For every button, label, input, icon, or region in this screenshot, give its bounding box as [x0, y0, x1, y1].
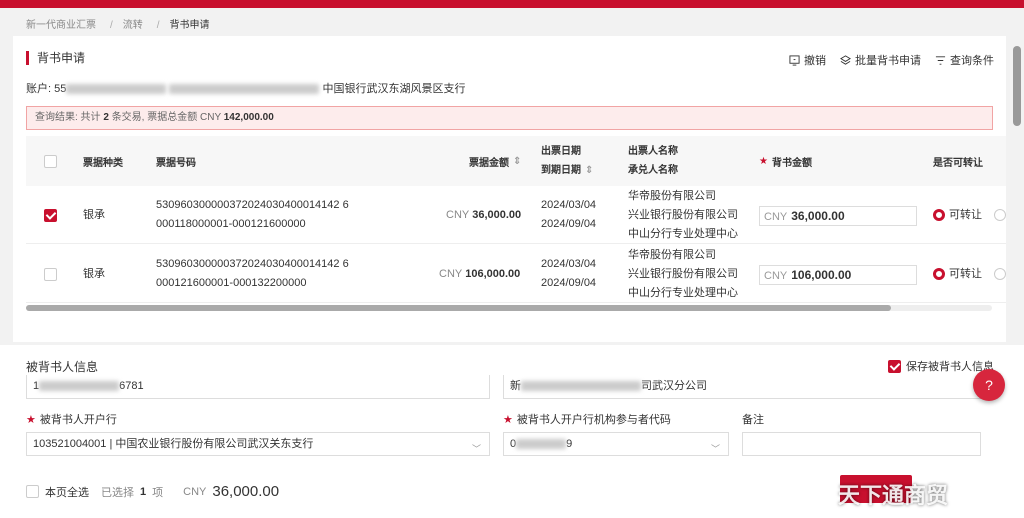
breadcrumb: 新一代商业汇票 / 流转 / 背书申请	[26, 20, 210, 31]
endorsee-bank-select[interactable]: 103521004001 | 中国农业银行股份有限公司武汉关东支行 ﹀	[26, 432, 490, 456]
bank-code-label: ★ 被背书人开户行机构参与者代码	[503, 414, 671, 426]
endorsement-card: 背书申请 撤销 批量背书申请 查询条件 账户: 55 中国银行武汉东湖风景区支行…	[13, 36, 1006, 342]
acceptor-name: 兴业银行股份有限公司	[628, 267, 738, 280]
header-acceptor: 承兑人名称	[628, 165, 678, 176]
layers-icon	[840, 54, 851, 65]
bill-type: 银承	[83, 208, 105, 221]
sort-icon: ⇕	[513, 155, 522, 167]
chevron-down-icon: ﹀	[710, 444, 720, 454]
result-count: 2	[103, 112, 109, 123]
account-label: 账户:	[26, 83, 52, 95]
bill-number: 530960300000372024030400014142 6	[156, 258, 349, 270]
account-info: 账户: 55 中国银行武汉东湖风景区支行	[26, 80, 466, 96]
breadcrumb-item[interactable]: 流转	[123, 20, 143, 31]
scroll-thumb[interactable]	[1013, 46, 1021, 126]
revoke-button[interactable]: 撤销	[789, 52, 826, 68]
header-transferable: 是否可转让	[933, 157, 983, 169]
remark-label: 备注	[742, 414, 764, 426]
breadcrumb-item[interactable]: 新一代商业汇票	[26, 20, 96, 31]
revoke-icon	[789, 54, 800, 66]
non-transferable-radio[interactable]	[994, 209, 1006, 221]
scroll-thumb[interactable]	[26, 305, 891, 311]
acceptor-name: 兴业银行股份有限公司	[628, 208, 738, 221]
bill-amount: 36,000.00	[472, 208, 522, 221]
acceptor-branch: 中山分行专业处理中心	[628, 286, 738, 299]
select-all-label: 本页全选	[45, 486, 89, 499]
result-total: 142,000.00	[223, 112, 274, 123]
watermark: 天下通商贸	[838, 483, 949, 508]
query-result-banner: 查询结果: 共计 2 条交易, 票据总金额 CNY 142,000.00	[26, 106, 993, 130]
batch-endorse-button[interactable]: 批量背书申请	[840, 52, 921, 68]
remark-input[interactable]	[742, 432, 981, 456]
transferable-radio[interactable]	[933, 209, 945, 221]
footer-summary: 本页全选 已选择 1 项 CNY 36,000.00	[26, 483, 279, 500]
query-conditions-button[interactable]: 查询条件	[935, 52, 994, 68]
sort-icon: ⇕	[585, 165, 594, 176]
batch-endorse-label: 批量背书申请	[855, 55, 921, 67]
acceptor-branch: 中山分行专业处理中心	[628, 227, 738, 240]
row-checkbox[interactable]	[44, 267, 57, 281]
bank-code-select[interactable]: 09 ﹀	[503, 432, 729, 456]
save-endorsee-checkbox[interactable]	[888, 359, 901, 373]
table-row[interactable]: 银承 530960300000372024030400014142 6 0001…	[26, 186, 1006, 244]
account-bank: 中国银行武汉东湖风景区支行	[322, 83, 466, 95]
header-due-date[interactable]: 到期日期 ⇕	[541, 161, 593, 180]
revoke-label: 撤销	[804, 55, 826, 67]
table-header: 票据种类 票据号码 票据金额 ⇕ 出票日期 到期日期 ⇕ 出票人名称 承兑人名称 ★…	[26, 136, 1006, 186]
endorsee-section-title: 被背书人信息	[26, 360, 99, 374]
header-type: 票据种类	[83, 157, 123, 169]
bill-number: 530960300000372024030400014142 6	[156, 199, 349, 211]
non-transferable-radio[interactable]	[994, 268, 1006, 280]
endorsee-account-input[interactable]: 1 6781	[26, 375, 490, 399]
endorse-amount-input[interactable]: CNY 36,000.00	[759, 206, 917, 226]
selected-count: 1	[140, 485, 147, 498]
header-endorse-amount: 背书金额	[771, 157, 812, 169]
row-checkbox[interactable]	[44, 208, 57, 222]
masked-account	[66, 84, 167, 95]
endorsee-name-input[interactable]: 新司武汉分公司	[503, 375, 981, 399]
bill-subrange: 000121600001-000132200000	[156, 277, 307, 289]
masked-account-name	[169, 84, 320, 95]
header-issue-date: 出票日期	[541, 146, 581, 157]
issue-date: 2024/03/04	[541, 199, 597, 211]
header-number: 票据号码	[156, 157, 196, 169]
vertical-scrollbar[interactable]	[1013, 40, 1021, 340]
bank-label: ★ 被背书人开户行	[26, 414, 117, 426]
table-row[interactable]: 银承 530960300000372024030400014142 6 0001…	[26, 245, 1006, 303]
page-select-all-checkbox[interactable]	[26, 485, 39, 498]
issue-date: 2024/03/04	[541, 258, 597, 270]
breadcrumb-current: 背书申请	[169, 20, 210, 31]
selected-total: 36,000.00	[212, 483, 280, 500]
toolbar: 撤销 批量背书申请 查询条件	[789, 52, 994, 68]
transferable-radio[interactable]	[933, 268, 945, 280]
due-date: 2024/09/04	[541, 218, 597, 230]
horizontal-scrollbar[interactable]	[26, 305, 992, 311]
endorse-amount-input[interactable]: CNY 106,000.00	[759, 265, 917, 285]
bill-type: 银承	[83, 267, 105, 280]
header-amount[interactable]: 票据金额 ⇕	[469, 136, 521, 186]
help-button[interactable]: ?	[973, 369, 1005, 401]
page-title: 背书申请	[26, 51, 85, 65]
header-drawer: 出票人名称	[628, 146, 678, 157]
top-accent-bar	[0, 0, 1024, 8]
filter-icon	[935, 55, 946, 65]
query-conditions-label: 查询条件	[950, 55, 994, 67]
select-all-checkbox[interactable]	[44, 154, 57, 168]
bill-amount: 106,000.00	[465, 267, 521, 280]
drawer-name: 华帝股份有限公司	[628, 248, 716, 261]
bill-subrange: 000118000001-000121600000	[156, 218, 306, 230]
account-prefix: 55	[54, 83, 67, 95]
due-date: 2024/09/04	[541, 277, 597, 289]
drawer-name: 华帝股份有限公司	[628, 189, 716, 202]
chevron-down-icon: ﹀	[471, 444, 481, 454]
